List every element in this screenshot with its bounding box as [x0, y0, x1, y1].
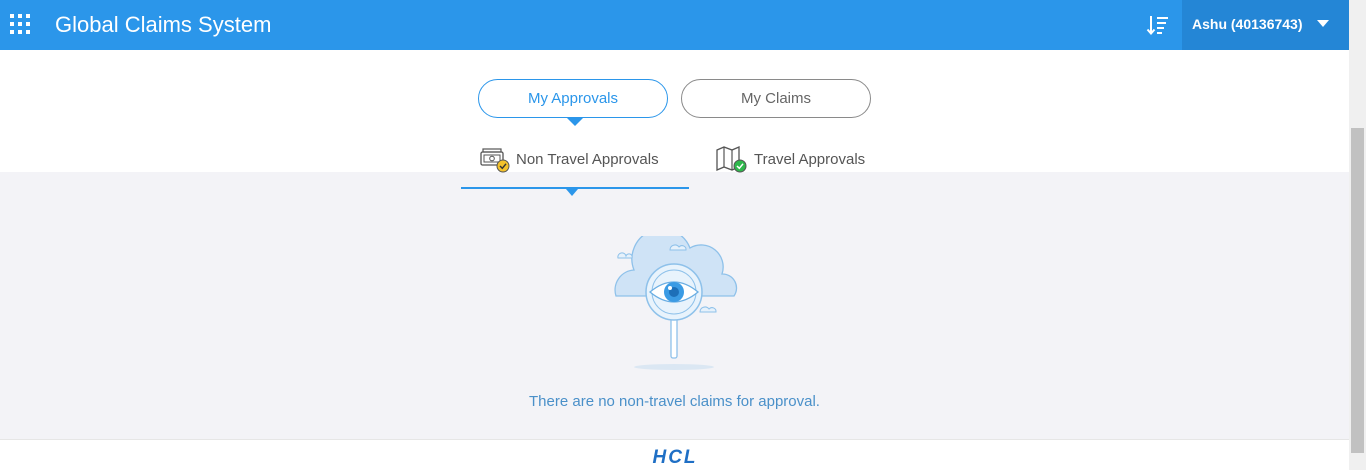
sort-list-icon[interactable]	[1146, 13, 1170, 37]
tab-non-travel-label: Non Travel Approvals	[516, 150, 659, 168]
footer: HCL	[0, 439, 1349, 470]
vertical-scrollbar[interactable]	[1349, 0, 1366, 470]
active-subtab-pointer	[566, 189, 578, 196]
caret-down-icon[interactable]	[1317, 20, 1329, 27]
tab-non-travel-approvals[interactable]: Non Travel Approvals	[480, 144, 659, 174]
tab-travel-label: Travel Approvals	[754, 150, 866, 168]
top-navigation-bar: Global Claims System Ashu (40136743)	[0, 0, 1349, 50]
tab-my-approvals[interactable]: My Approvals	[478, 79, 668, 118]
app-title: Global Claims System	[55, 12, 272, 37]
active-tab-pointer	[567, 118, 583, 126]
svg-text:HCL: HCL	[652, 447, 697, 467]
scrollbar-thumb[interactable]	[1351, 128, 1364, 453]
user-menu[interactable]: Ashu (40136743)	[1182, 0, 1349, 50]
money-check-icon	[480, 148, 510, 173]
map-check-icon	[716, 146, 747, 173]
hcl-logo: HCL	[652, 447, 697, 467]
tab-my-claims[interactable]: My Claims	[681, 79, 871, 118]
user-name: Ashu (40136743)	[1192, 16, 1303, 32]
apps-grid-icon[interactable]	[10, 14, 32, 36]
tab-travel-approvals[interactable]: Travel Approvals	[716, 144, 865, 174]
cloud-magnifier-eye-icon	[614, 236, 738, 370]
empty-state-message: There are no non-travel claims for appro…	[529, 393, 820, 410]
